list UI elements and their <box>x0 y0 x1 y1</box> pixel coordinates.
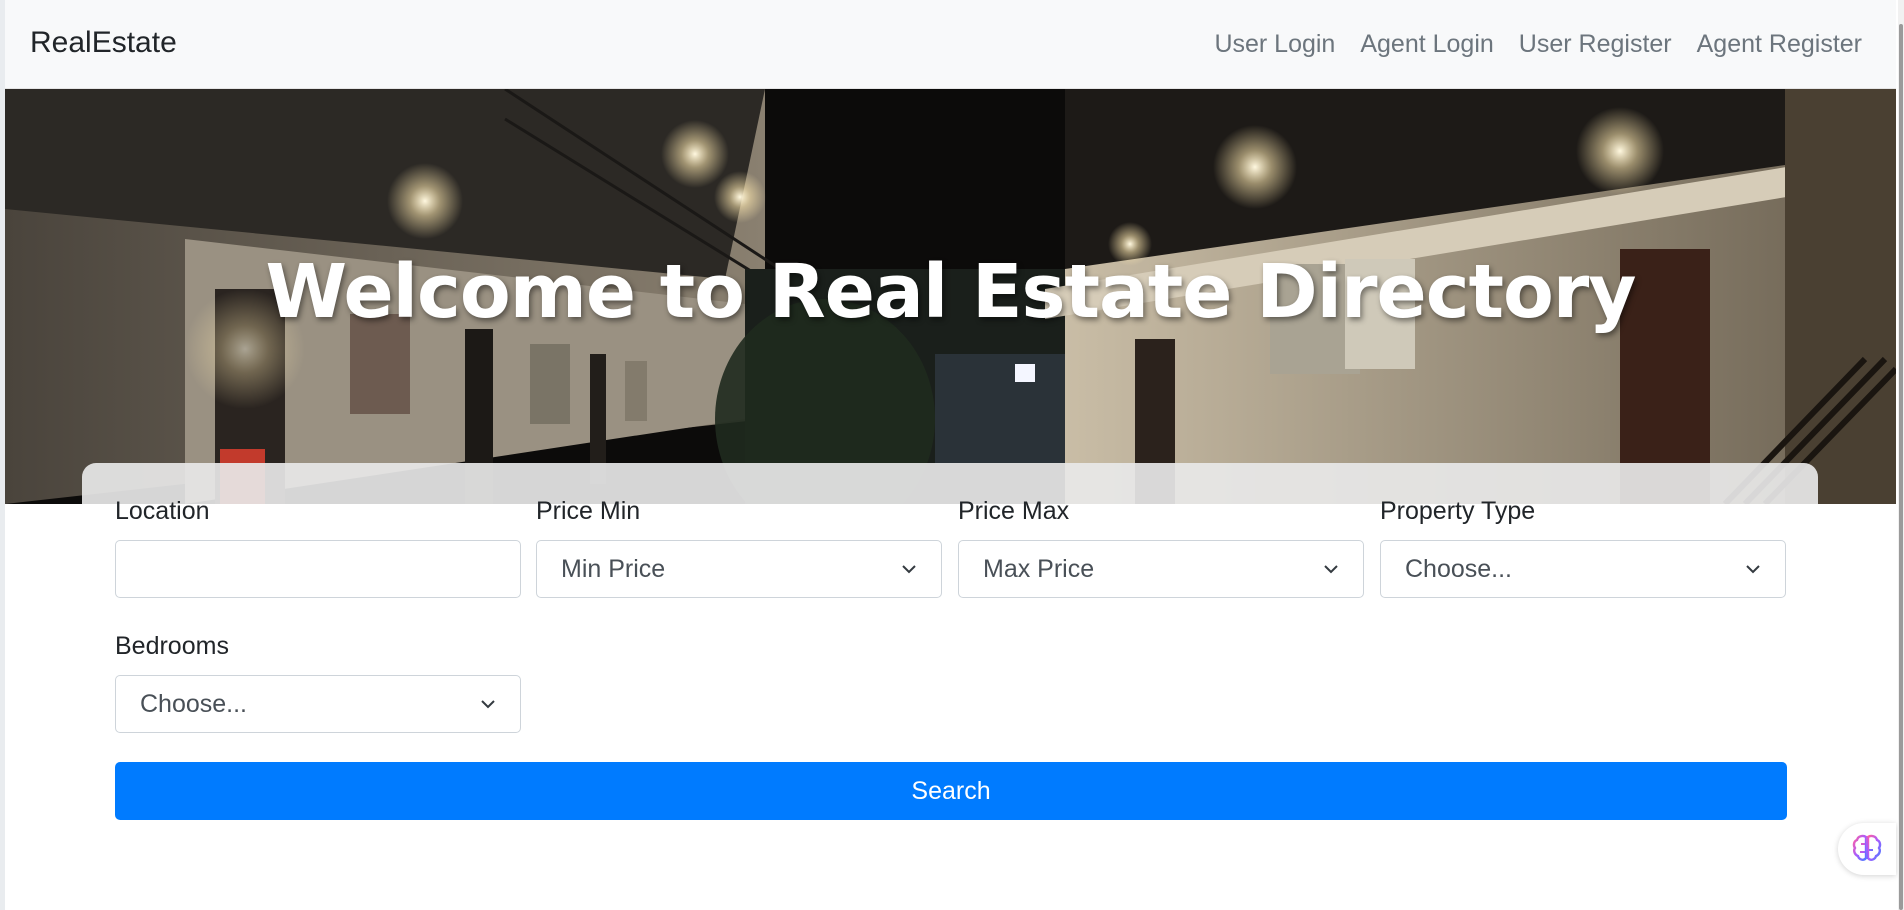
property-type-field: Property Type Choose... <box>1380 497 1786 598</box>
location-label: Location <box>115 497 210 525</box>
price-max-value: Max Price <box>983 554 1095 583</box>
assistant-button[interactable] <box>1838 823 1896 875</box>
price-min-field: Price Min Min Price <box>536 497 942 598</box>
bedrooms-field: Bedrooms Choose... <box>115 632 521 733</box>
price-max-field: Price Max Max Price <box>958 497 1364 598</box>
location-input[interactable] <box>115 540 521 598</box>
chevron-down-icon <box>481 700 495 709</box>
hero-banner: Welcome to Real Estate Directory <box>5 89 1896 504</box>
page-scrollbar[interactable] <box>1898 0 1904 910</box>
bedrooms-value: Choose... <box>140 689 248 718</box>
chevron-down-icon <box>1324 565 1338 574</box>
chevron-down-icon <box>1746 565 1760 574</box>
user-register-link[interactable]: User Register <box>1519 30 1672 59</box>
scrollbar-thumb[interactable] <box>1899 24 1903 910</box>
location-field: Location <box>115 497 521 598</box>
chevron-down-icon <box>902 565 916 574</box>
nav-links: User Login Agent Login User Register Age… <box>1214 30 1862 59</box>
price-min-value: Min Price <box>561 554 666 583</box>
search-button[interactable]: Search <box>115 762 1787 820</box>
price-min-select[interactable]: Min Price <box>536 540 942 598</box>
price-max-label: Price Max <box>958 497 1070 525</box>
user-login-link[interactable]: User Login <box>1214 30 1335 59</box>
bedrooms-select[interactable]: Choose... <box>115 675 521 733</box>
price-max-select[interactable]: Max Price <box>958 540 1364 598</box>
page-title: Welcome to Real Estate Directory <box>265 249 1636 335</box>
brand-link[interactable]: RealEstate <box>30 26 177 60</box>
agent-login-link[interactable]: Agent Login <box>1360 30 1493 59</box>
agent-register-link[interactable]: Agent Register <box>1697 30 1862 59</box>
price-min-label: Price Min <box>536 497 641 525</box>
property-type-select[interactable]: Choose... <box>1380 540 1786 598</box>
property-type-value: Choose... <box>1405 554 1513 583</box>
brain-icon <box>1852 834 1882 861</box>
property-type-label: Property Type <box>1380 497 1536 525</box>
navbar: RealEstate User Login Agent Login User R… <box>5 0 1896 89</box>
bedrooms-label: Bedrooms <box>115 632 229 660</box>
